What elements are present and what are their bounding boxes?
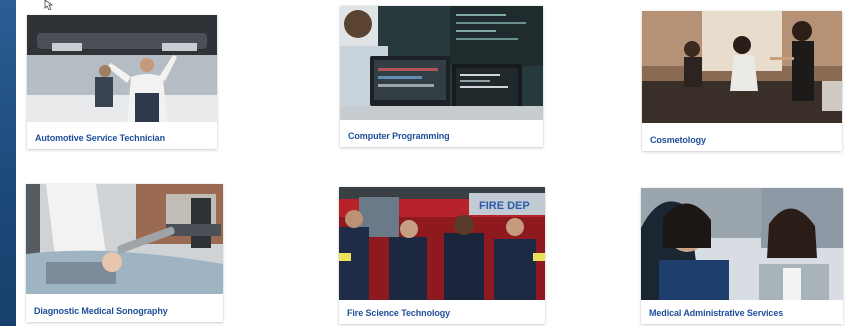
- program-card-sonography[interactable]: Diagnostic Medical Sonography: [26, 184, 223, 322]
- mouse-pointer-icon: [44, 0, 54, 10]
- salon-stylists-photo: [642, 11, 842, 123]
- mechanic-under-car-photo: [27, 15, 217, 122]
- program-card-fire-science[interactable]: FIRE DEP Fire Science Technology: [339, 187, 545, 324]
- firefighters-truck-photo: FIRE DEP: [339, 187, 545, 300]
- left-edge-strip: [0, 0, 16, 326]
- program-card-automotive[interactable]: Automotive Service Technician: [27, 15, 217, 149]
- program-card-medical-administrative[interactable]: Medical Administrative Services: [641, 188, 843, 324]
- program-card-computer-programming[interactable]: Computer Programming: [340, 6, 543, 147]
- program-label: Automotive Service Technician: [35, 133, 165, 143]
- program-label: Medical Administrative Services: [649, 308, 784, 318]
- programmer-laptops-photo: [340, 6, 543, 120]
- truck-sign-text: FIRE DEP: [479, 200, 530, 212]
- program-label: Cosmetology: [650, 135, 706, 145]
- program-label: Computer Programming: [348, 131, 450, 141]
- medical-staff-smiling-photo: [641, 188, 843, 300]
- program-card-cosmetology[interactable]: Cosmetology: [642, 11, 842, 151]
- ultrasound-exam-photo: [26, 184, 223, 294]
- program-label: Diagnostic Medical Sonography: [34, 306, 168, 316]
- program-label: Fire Science Technology: [347, 308, 451, 318]
